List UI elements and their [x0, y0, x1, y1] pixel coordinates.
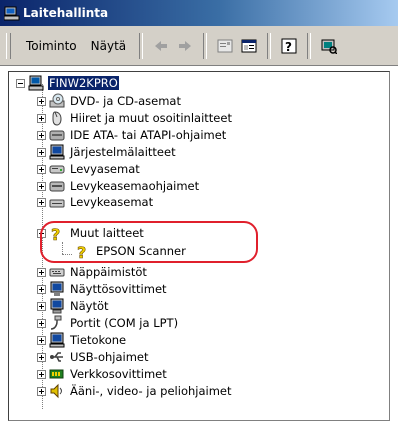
monitor-icon: [50, 298, 64, 314]
toolbar-separator: [267, 32, 272, 59]
tree-item-label: Levykeasemat: [70, 195, 154, 209]
tree-item[interactable]: Tietokone: [37, 332, 127, 348]
expand-toggle[interactable]: [37, 352, 46, 362]
scan-icon: [321, 39, 338, 54]
tree-item[interactable]: Järjestelmälaitteet: [37, 144, 177, 160]
tree-item[interactable]: DVD- ja CD-asemat: [37, 93, 182, 109]
tree-item-label: Näytöt: [70, 299, 109, 313]
forward-button[interactable]: [174, 35, 196, 57]
tree-item-label: Levyasemat: [70, 162, 140, 176]
window-title: Laitehallinta: [23, 6, 109, 20]
mouse-icon: [52, 111, 62, 126]
title-bar: Laitehallinta: [0, 0, 398, 26]
display-adapter-icon: [50, 281, 64, 296]
expand-toggle[interactable]: [37, 164, 46, 174]
floppy-controller-icon: [49, 181, 65, 192]
port-icon: [50, 315, 62, 330]
tree-item[interactable]: Ääni-, video- ja peliohjaimet: [37, 383, 233, 399]
tree-view-icon: [241, 39, 257, 52]
highlight-ring: [40, 221, 258, 263]
tree-item[interactable]: Näppäimistöt: [37, 264, 148, 280]
tree-item-label: Hiiret ja muut osoitinlaitteet: [70, 111, 232, 125]
tree-item[interactable]: Hiiret ja muut osoitinlaitteet: [37, 110, 233, 126]
menu-action[interactable]: Toiminto: [19, 39, 84, 53]
expand-toggle[interactable]: [37, 318, 46, 328]
tree-item[interactable]: Levykeasemaohjaimet: [37, 178, 200, 194]
menu-view[interactable]: Näytä: [84, 39, 134, 53]
sound-icon: [50, 383, 62, 399]
cdrom-icon: [49, 93, 65, 108]
tree-item-label: Tietokone: [70, 333, 127, 347]
tree-item-label: Näyttösovittimet: [70, 282, 167, 296]
expand-toggle[interactable]: [37, 96, 46, 106]
expand-toggle[interactable]: [37, 335, 46, 345]
tree-item-label: Verkkosovittimet: [70, 367, 167, 381]
tree-item[interactable]: Levyasemat: [37, 161, 141, 177]
expand-toggle[interactable]: [37, 130, 46, 140]
floppy-drive-icon: [49, 199, 65, 208]
tree-item[interactable]: Levykeasemat: [37, 195, 154, 209]
toolbar-grip: [6, 32, 11, 59]
expand-toggle[interactable]: [37, 386, 46, 396]
expand-toggle[interactable]: [37, 301, 46, 311]
tree-item[interactable]: Portit (COM ja LPT): [37, 315, 179, 331]
usb-icon: [50, 352, 63, 362]
tree-item-label: Levykeasemaohjaimet: [70, 179, 200, 193]
expand-toggle[interactable]: [37, 198, 46, 207]
tree-item[interactable]: USB-ohjaimet: [37, 349, 150, 365]
tree-item-label: Portit (COM ja LPT): [70, 316, 179, 330]
device-manager-icon: [4, 6, 20, 21]
tree-view-button[interactable]: [238, 35, 260, 57]
expand-toggle[interactable]: [37, 181, 46, 191]
network-adapter-icon: [49, 369, 64, 379]
help-icon: ?: [281, 38, 297, 54]
toolbar: Toiminto Näytä ?: [0, 26, 398, 66]
expand-toggle[interactable]: [37, 284, 46, 294]
tree-item-label: Järjestelmälaitteet: [70, 145, 176, 159]
expand-toggle[interactable]: [37, 113, 46, 123]
expand-toggle[interactable]: [37, 267, 46, 277]
tree-item-label: USB-ohjaimet: [70, 350, 149, 364]
tree-item[interactable]: Näyttösovittimet: [37, 281, 168, 297]
back-button[interactable]: [150, 35, 172, 57]
tree-item-label: Näppäimistöt: [70, 265, 147, 279]
toolbar-separator: [307, 32, 312, 59]
expand-toggle[interactable]: [37, 369, 46, 379]
disk-drive-icon: [49, 165, 65, 174]
collapse-toggle[interactable]: [16, 78, 25, 88]
scan-button[interactable]: [318, 35, 340, 57]
tree-item[interactable]: IDE ATA- tai ATAPI-ohjaimet: [37, 127, 227, 143]
forward-icon: [179, 40, 192, 51]
toolbar-separator: [139, 32, 144, 59]
keyboard-icon: [49, 268, 65, 277]
computer-icon: [49, 332, 65, 348]
tree-item-label: IDE ATA- tai ATAPI-ohjaimet: [70, 128, 227, 142]
tree-item[interactable]: Verkkosovittimet: [37, 366, 168, 382]
help-button[interactable]: ?: [278, 35, 300, 57]
properties-icon: [217, 39, 233, 52]
tree-item[interactable]: Näytöt: [37, 298, 110, 314]
tree-item-label: DVD- ja CD-asemat: [70, 94, 181, 108]
toolbar-separator: [203, 32, 208, 59]
properties-button[interactable]: [214, 35, 236, 57]
tree-root-label: FINW2KPRO: [48, 76, 119, 90]
computer-icon: [28, 75, 44, 91]
tree-root[interactable]: FINW2KPRO: [16, 75, 119, 91]
expand-toggle[interactable]: [37, 147, 46, 157]
svg-text:?: ?: [285, 40, 292, 54]
tree-item-label: Ääni-, video- ja peliohjaimet: [70, 384, 232, 398]
system-devices-icon: [49, 144, 65, 160]
back-icon: [155, 40, 168, 51]
ide-controller-icon: [49, 130, 65, 141]
